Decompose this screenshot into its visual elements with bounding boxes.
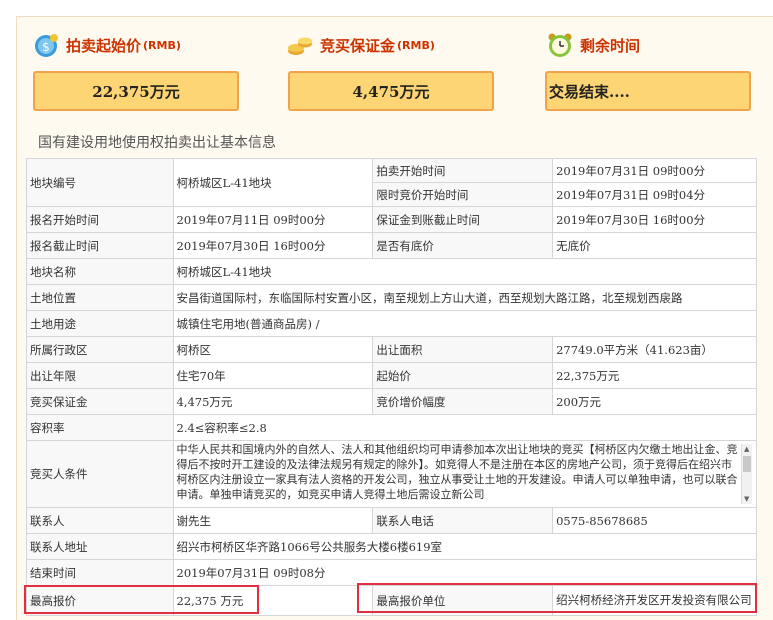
alarm-clock-icon bbox=[546, 31, 574, 59]
deposit-value: 4,475万元 bbox=[288, 71, 494, 111]
coins-icon bbox=[286, 31, 314, 59]
address-value: 绍兴市柯桥区华齐路1066号公共服务大楼6楼619室 bbox=[172, 533, 757, 560]
area-label: 出让面积 bbox=[372, 336, 554, 363]
timed-bid-value: 2019年07月31日 09时04分 bbox=[552, 182, 757, 207]
table-row: 最高报价 22,375 万元 最高报价单位 绍兴柯桥经济开发区开发投资有限公司 bbox=[26, 585, 757, 616]
svg-text:$: $ bbox=[42, 40, 50, 54]
table-row: 结束时间 2019年07月31日 09时08分 bbox=[26, 559, 757, 586]
table-row: 地块名称 柯桥城区L-41地块 bbox=[26, 258, 757, 285]
usage-value: 城镇住宅用地(普通商品房) / bbox=[172, 310, 757, 337]
deposit-row-value: 4,475万元 bbox=[172, 388, 374, 415]
plot-no-value: 柯桥城区L-41地块 bbox=[172, 158, 374, 207]
table-row: 报名截止时间 2019年07月30日 16时00分 是否有底价 无底价 bbox=[26, 232, 757, 259]
info-table: 地块编号 柯桥城区L-41地块 拍卖开始时间 2019年07月31日 09时00… bbox=[26, 158, 757, 616]
start-price-label: 拍卖起始价 bbox=[66, 36, 142, 55]
auction-start-label: 拍卖开始时间 bbox=[372, 158, 554, 183]
deposit-unit: (RMB) bbox=[397, 38, 435, 52]
district-value: 柯桥区 bbox=[172, 336, 374, 363]
table-row: 联系人 谢先生 联系人电话 0575-85678685 bbox=[26, 507, 757, 534]
scroll-thumb[interactable] bbox=[743, 456, 751, 472]
top-bidder-label: 最高报价单位 bbox=[372, 585, 554, 616]
far-label: 容积率 bbox=[26, 414, 174, 441]
top-bid-value: 22,375 万元 bbox=[172, 585, 374, 616]
reg-start-label: 报名开始时间 bbox=[26, 206, 174, 233]
end-time-value: 2019年07月31日 09时08分 bbox=[172, 559, 757, 586]
contact-label: 联系人 bbox=[26, 507, 174, 534]
table-row: 容积率 2.4≤容积率≤2.8 bbox=[26, 414, 757, 441]
reg-end-label: 报名截止时间 bbox=[26, 232, 174, 259]
deposit-label: 竞买保证金 bbox=[320, 36, 396, 55]
scroll-up-icon[interactable]: ▲ bbox=[744, 445, 749, 453]
conditions-textarea[interactable]: 中华人民共和国境内外的自然人、法人和其他组织均可申请参加本次出让地块的竞买【柯桥… bbox=[177, 442, 754, 506]
district-label: 所属行政区 bbox=[26, 336, 174, 363]
scroll-down-icon[interactable]: ▼ bbox=[744, 495, 749, 503]
increment-value: 200万元 bbox=[552, 388, 757, 415]
usage-label: 土地用途 bbox=[26, 310, 174, 337]
plot-name-value: 柯桥城区L-41地块 bbox=[172, 258, 757, 285]
start-price-header: $ 拍卖起始价 (RMB) bbox=[32, 30, 181, 60]
table-row: 竞买保证金 4,475万元 竞价增价幅度 200万元 bbox=[26, 388, 757, 415]
money-bag-icon: $ bbox=[32, 31, 60, 59]
deposit-row-label: 竞买保证金 bbox=[26, 388, 174, 415]
location-value: 安昌街道国际村，东临国际村安置小区，南至规划上方山大道，西至规划大路江路，北至规… bbox=[172, 284, 757, 311]
conditions-cell: 中华人民共和国境内外的自然人、法人和其他组织均可申请参加本次出让地块的竞买【柯桥… bbox=[172, 440, 757, 508]
top-bid-label: 最高报价 bbox=[26, 585, 174, 616]
increment-label: 竞价增价幅度 bbox=[372, 388, 554, 415]
table-row: 所属行政区 柯桥区 出让面积 27749.0平方米（41.623亩） bbox=[26, 336, 757, 363]
table-row: 土地用途 城镇住宅用地(普通商品房) / bbox=[26, 310, 757, 337]
plot-name-label: 地块名称 bbox=[26, 258, 174, 285]
reserve-value: 无底价 bbox=[552, 232, 757, 259]
table-row: 地块编号 柯桥城区L-41地块 拍卖开始时间 2019年07月31日 09时00… bbox=[26, 158, 757, 207]
conditions-text: 中华人民共和国境内外的自然人、法人和其他组织均可申请参加本次出让地块的竞买【柯桥… bbox=[176, 443, 738, 501]
start-price-unit: (RMB) bbox=[143, 38, 181, 52]
reg-end-value: 2019年07月30日 16时00分 bbox=[172, 232, 374, 259]
start-price-row-value: 22,375万元 bbox=[552, 362, 757, 389]
contact-value: 谢先生 bbox=[172, 507, 374, 534]
reserve-label: 是否有底价 bbox=[372, 232, 554, 259]
table-row: 出让年限 住宅70年 起始价 22,375万元 bbox=[26, 362, 757, 389]
conditions-label: 竞买人条件 bbox=[26, 440, 174, 508]
table-row: 土地位置 安昌街道国际村，东临国际村安置小区，南至规划上方山大道，西至规划大路江… bbox=[26, 284, 757, 311]
phone-value: 0575-85678685 bbox=[552, 507, 757, 534]
remaining-time-label: 剩余时间 bbox=[580, 36, 641, 55]
plot-no-label: 地块编号 bbox=[26, 158, 174, 207]
deposit-deadline-value: 2019年07月30日 16时00分 bbox=[552, 206, 757, 233]
start-price-row-label: 起始价 bbox=[372, 362, 554, 389]
far-value: 2.4≤容积率≤2.8 bbox=[172, 414, 757, 441]
section-title: 国有建设用地使用权拍卖出让基本信息 bbox=[38, 135, 276, 151]
term-value: 住宅70年 bbox=[172, 362, 374, 389]
end-time-label: 结束时间 bbox=[26, 559, 174, 586]
auction-start-value: 2019年07月31日 09时00分 bbox=[552, 158, 757, 183]
term-label: 出让年限 bbox=[26, 362, 174, 389]
remaining-time-value: 交易结束.... bbox=[545, 71, 751, 111]
location-label: 土地位置 bbox=[26, 284, 174, 311]
reg-start-value: 2019年07月11日 09时00分 bbox=[172, 206, 374, 233]
deposit-deadline-label: 保证金到账截止时间 bbox=[372, 206, 554, 233]
area-value: 27749.0平方米（41.623亩） bbox=[552, 336, 757, 363]
conditions-scrollbar[interactable]: ▲ ▼ bbox=[741, 444, 752, 504]
address-label: 联系人地址 bbox=[26, 533, 174, 560]
top-bidder-value: 绍兴柯桥经济开发区开发投资有限公司 bbox=[552, 585, 757, 616]
table-row: 竞买人条件 中华人民共和国境内外的自然人、法人和其他组织均可申请参加本次出让地块… bbox=[26, 440, 757, 508]
timed-bid-label: 限时竞价开始时间 bbox=[372, 182, 554, 207]
phone-label: 联系人电话 bbox=[372, 507, 554, 534]
remaining-time-header: 剩余时间 bbox=[546, 30, 640, 60]
table-row: 联系人地址 绍兴市柯桥区华齐路1066号公共服务大楼6楼619室 bbox=[26, 533, 757, 560]
table-row: 报名开始时间 2019年07月11日 09时00分 保证金到账截止时间 2019… bbox=[26, 206, 757, 233]
start-price-value: 22,375万元 bbox=[33, 71, 239, 111]
deposit-header: 竞买保证金 (RMB) bbox=[286, 30, 435, 60]
